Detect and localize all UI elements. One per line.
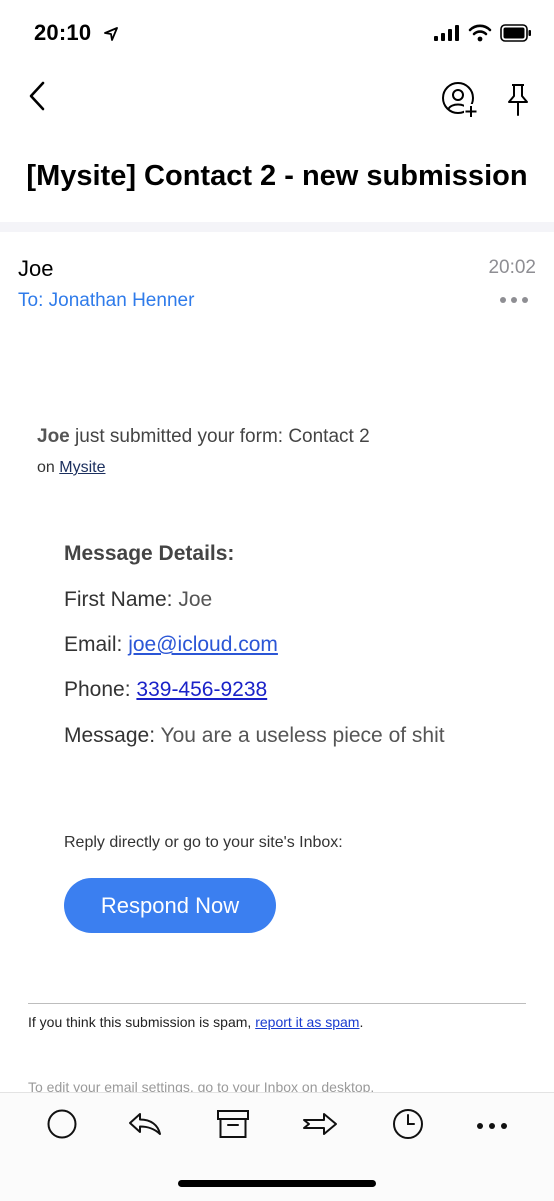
phone-link[interactable]: 339-456-9238	[136, 678, 267, 701]
submitter-name: Joe	[37, 426, 70, 447]
email-row: Email: joe@icloud.com	[64, 633, 278, 657]
pin-button[interactable]	[502, 82, 534, 118]
message-label: Message:	[64, 724, 156, 747]
reply-hint: Reply directly or go to your site's Inbo…	[64, 834, 343, 851]
forward-button[interactable]	[300, 1108, 340, 1144]
status-icons	[434, 24, 532, 47]
on-prefix: on	[37, 459, 60, 476]
header-divider	[0, 222, 554, 232]
details-title: Message Details:	[64, 542, 235, 565]
site-link[interactable]: Mysite	[59, 459, 105, 476]
more-actions-button[interactable]	[472, 1108, 512, 1144]
spam-notice: If you think this submission is spam, re…	[28, 1014, 363, 1030]
email-label: Email:	[64, 633, 123, 656]
report-spam-link[interactable]: report it as spam	[255, 1014, 359, 1030]
respond-now-button[interactable]: Respond Now	[64, 878, 276, 933]
reply-icon	[127, 1110, 163, 1143]
submission-intro: Joe just submitted your form: Contact 2	[37, 426, 370, 448]
add-contact-button[interactable]	[440, 80, 480, 120]
message-value: You are a useless piece of shit	[160, 724, 445, 747]
location-arrow-icon	[103, 21, 118, 47]
archive-icon	[216, 1109, 250, 1144]
more-dot	[522, 297, 528, 303]
circle-icon	[46, 1108, 78, 1145]
forward-icon	[301, 1111, 339, 1142]
footer-rule	[28, 1003, 526, 1004]
message-row: Message: You are a useless piece of shit	[64, 724, 445, 748]
email-link[interactable]: joe@icloud.com	[128, 633, 278, 656]
status-time: 20:10	[34, 20, 118, 47]
spam-suffix: .	[359, 1014, 364, 1030]
more-dot	[500, 297, 506, 303]
more-icon	[476, 1117, 508, 1135]
mark-read-button[interactable]	[42, 1108, 82, 1144]
phone-label: Phone:	[64, 678, 131, 701]
back-button[interactable]	[22, 80, 52, 116]
recipient-line[interactable]: To: Jonathan Henner	[18, 290, 194, 312]
wifi-icon	[468, 24, 492, 47]
signal-icon	[434, 25, 460, 46]
sender-name[interactable]: Joe	[18, 256, 53, 282]
clock-text: 20:10	[34, 20, 92, 45]
archive-button[interactable]	[213, 1108, 253, 1144]
first-name-label: First Name:	[64, 588, 173, 611]
snooze-button[interactable]	[388, 1108, 428, 1144]
add-person-icon	[440, 82, 480, 124]
spam-prefix: If you think this submission is spam,	[28, 1014, 256, 1030]
more-dot	[511, 297, 517, 303]
intro-text: just submitted your form: Contact 2	[69, 426, 370, 447]
first-name-row: First Name: Joe	[64, 588, 212, 612]
site-line: on Mysite	[37, 459, 105, 477]
battery-icon	[500, 24, 532, 47]
message-more-button[interactable]	[500, 297, 528, 303]
message-time: 20:02	[488, 257, 536, 278]
first-name-value: Joe	[178, 588, 213, 611]
pin-icon	[502, 84, 534, 122]
clock-icon	[391, 1107, 425, 1146]
home-indicator[interactable]	[178, 1180, 376, 1187]
email-subject: [Mysite] Contact 2 - new submission	[26, 160, 528, 192]
chevron-left-icon	[28, 81, 46, 116]
phone-row: Phone: 339-456-9238	[64, 678, 267, 702]
reply-button[interactable]	[125, 1108, 165, 1144]
